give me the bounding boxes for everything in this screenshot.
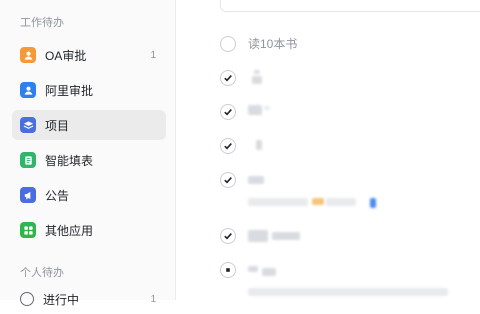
count-badge: 1 [150, 49, 156, 61]
search-input[interactable] [220, 0, 480, 12]
redacted-text [248, 105, 262, 115]
task-checkbox[interactable] [220, 262, 236, 278]
redacted-text [370, 198, 376, 208]
redacted-text [248, 198, 308, 206]
task-checkbox[interactable] [220, 104, 236, 120]
sidebar-item-label: 项目 [45, 118, 70, 133]
sidebar-item-ali-approval[interactable]: 阿里审批 [12, 75, 166, 105]
sidebar-item-in-progress[interactable]: 进行中 1 [12, 284, 166, 314]
redacted-text [264, 106, 270, 110]
progress-icon [20, 292, 34, 306]
sidebar-item-projects[interactable]: 项目 [12, 110, 166, 140]
count-badge: 1 [150, 293, 156, 305]
task-checkbox[interactable] [220, 36, 236, 52]
check-icon [224, 177, 232, 184]
person-icon [20, 47, 36, 63]
grid-icon [20, 222, 36, 238]
partial-icon [226, 268, 230, 272]
check-icon [224, 233, 232, 240]
redacted-text [248, 288, 448, 296]
redacted-text [272, 232, 300, 240]
sidebar-item-oa-approval[interactable]: OA审批 1 [12, 40, 166, 70]
redacted-text [326, 198, 356, 206]
redacted-text [248, 230, 268, 242]
task-checkbox[interactable] [220, 172, 236, 188]
sidebar: 工作待办 OA审批 1 阿里审批 项目 智能填表 公告 其他应用 个人待办 进行… [0, 0, 176, 307]
sidebar-item-other-apps[interactable]: 其他应用 [12, 215, 166, 245]
sidebar-item-label: 阿里审批 [45, 83, 94, 98]
sidebar-item-label: 其他应用 [45, 223, 94, 238]
redacted-text [248, 176, 264, 184]
megaphone-icon [20, 187, 36, 203]
redacted-text [252, 76, 262, 84]
task-checkbox[interactable] [220, 138, 236, 154]
redacted-text [312, 198, 324, 205]
sidebar-item-label: OA审批 [45, 48, 87, 63]
task-checkbox[interactable] [220, 70, 236, 86]
check-icon [224, 143, 232, 150]
check-icon [224, 109, 232, 116]
check-icon [224, 75, 232, 82]
sidebar-item-label: 智能填表 [45, 153, 94, 168]
task-title: 读10本书 [248, 37, 298, 51]
sidebar-item-label: 公告 [45, 188, 70, 203]
redacted-text [248, 266, 258, 272]
redacted-text [262, 268, 276, 276]
redacted-text [256, 140, 262, 150]
layers-icon [20, 117, 36, 133]
sidebar-item-announcements[interactable]: 公告 [12, 180, 166, 210]
sidebar-item-label: 进行中 [43, 292, 80, 307]
section-title-work: 工作待办 [20, 17, 64, 29]
redacted-text [254, 70, 260, 74]
task-checkbox[interactable] [220, 228, 236, 244]
form-icon [20, 152, 36, 168]
section-title-personal: 个人待办 [20, 267, 64, 279]
task-list-panel: 读10本书 [176, 0, 480, 300]
sidebar-item-smart-form[interactable]: 智能填表 [12, 145, 166, 175]
person-icon [20, 82, 36, 98]
